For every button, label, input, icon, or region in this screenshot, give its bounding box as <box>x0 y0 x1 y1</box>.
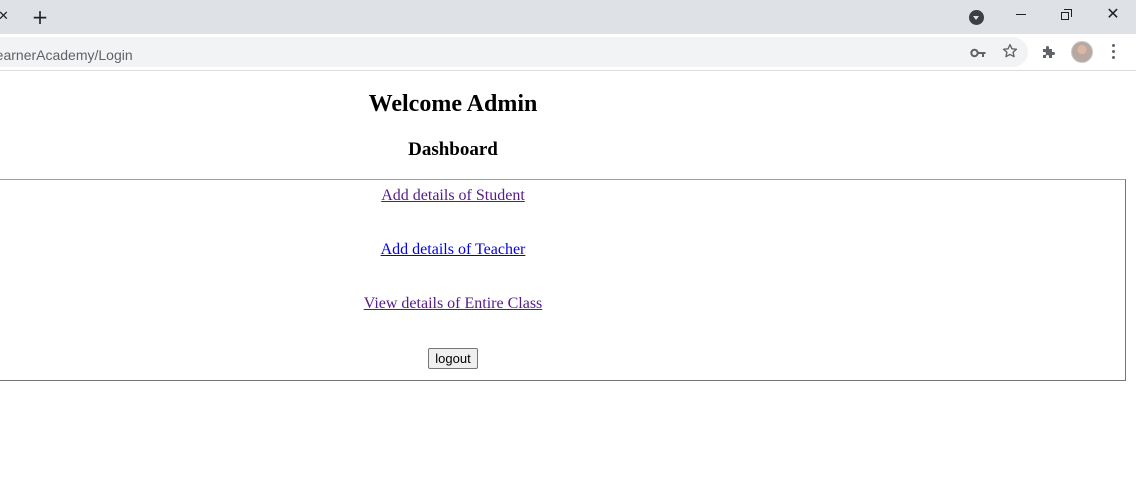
close-tab-icon[interactable]: ✕ <box>0 8 10 26</box>
teacher-link-row: Add details of Teacher <box>0 240 906 259</box>
logout-button[interactable]: logout <box>428 348 478 369</box>
key-icon[interactable] <box>970 46 986 60</box>
minimize-icon[interactable] <box>1016 14 1026 15</box>
star-icon[interactable] <box>1001 42 1019 60</box>
welcome-heading: Welcome Admin <box>368 91 538 117</box>
class-link-row: View details of Entire Class <box>0 294 906 313</box>
student-link-row: Add details of Student <box>0 186 906 205</box>
url-text[interactable]: /LearnerAcademy/Login <box>0 47 133 63</box>
add-teacher-link[interactable]: Add details of Teacher <box>381 241 526 258</box>
view-class-link[interactable]: View details of Entire Class <box>364 295 543 312</box>
tab-search-icon[interactable] <box>969 10 984 25</box>
new-tab-button[interactable]: + <box>30 6 50 28</box>
extensions-icon[interactable] <box>1041 44 1057 60</box>
logout-row: logout <box>0 348 906 369</box>
address-bar[interactable]: /LearnerAcademy/Login <box>0 37 1028 67</box>
dashboard-heading: Dashboard <box>408 139 498 160</box>
browser-toolbar: /LearnerAcademy/Login <box>0 34 1136 71</box>
more-icon[interactable] <box>1112 44 1116 60</box>
tab-strip: ✕ + ✕ <box>0 0 1136 34</box>
restore-icon[interactable] <box>1061 9 1072 20</box>
window-close-icon[interactable]: ✕ <box>1104 4 1122 24</box>
add-student-link[interactable]: Add details of Student <box>381 187 525 204</box>
avatar[interactable] <box>1071 41 1093 63</box>
